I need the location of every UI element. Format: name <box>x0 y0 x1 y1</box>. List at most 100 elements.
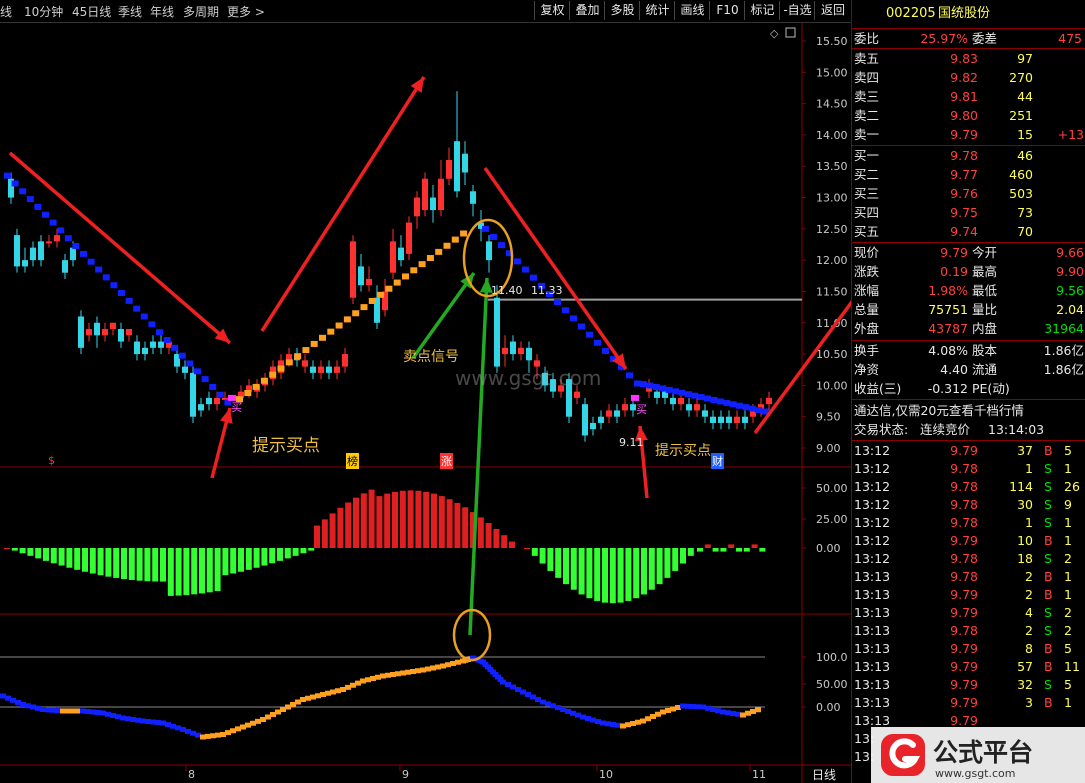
sell-link-arrow <box>468 277 489 636</box>
tick-row[interactable]: 13:12 9.78 1 S 1 <box>852 460 1085 478</box>
tick-price: 9.78 <box>950 569 978 584</box>
macd-bar <box>183 548 190 596</box>
quote-panel: 002205 国统股份 委比 25.97% 委差 475 卖五 9.83 97 卖四 9… <box>851 0 1085 783</box>
stat-row: 换手 4.08% 股本 1.86亿 <box>852 342 1085 360</box>
tick-row[interactable]: 13:13 9.78 2 B 1 <box>852 568 1085 586</box>
mark-button[interactable]: 标记 <box>744 1 780 20</box>
f10-button[interactable]: F10 <box>709 1 745 20</box>
overlay-button[interactable]: 叠加 <box>569 1 605 20</box>
notice-text[interactable]: 通达信,仅需20元查看千档行情 <box>854 402 1024 420</box>
period-tab[interactable]: 线 <box>0 3 12 20</box>
tick-time: 13:13 <box>854 695 891 710</box>
event-marker-bang[interactable]: 榜 <box>346 453 359 469</box>
event-marker-cai[interactable]: 财 <box>711 453 724 469</box>
stat-value: 9.79 <box>940 245 968 260</box>
stat-label: 内盘 <box>972 321 998 336</box>
level2-notice[interactable]: 通达信,仅需20元查看千档行情 <box>852 402 1085 420</box>
tick-row[interactable]: 13:12 9.79 37 B 5 <box>852 442 1085 460</box>
period-tab-year[interactable]: 年线 <box>150 3 174 20</box>
stat-label: 收益(三) <box>854 381 902 396</box>
restore-rights-button[interactable]: 复权 <box>534 1 570 20</box>
candle-body <box>22 260 28 267</box>
macd-bar <box>66 548 73 568</box>
bid-level-row[interactable]: 买五 9.74 70 <box>852 223 1085 241</box>
tick-row[interactable]: 13:12 9.78 18 S 2 <box>852 550 1085 568</box>
tick-row[interactable]: 13:13 9.79 4 S 2 <box>852 604 1085 622</box>
period-tab-10min[interactable]: 10分钟 <box>24 3 63 20</box>
ask-level-row[interactable]: 卖一 9.79 15 +13 <box>852 126 1085 144</box>
stat-label: 流通 <box>972 362 998 377</box>
tick-row[interactable]: 13:13 9.79 3 B 1 <box>852 694 1085 712</box>
bid-level-row[interactable]: 买一 9.78 46 <box>852 147 1085 165</box>
tick-row[interactable]: 13:12 9.78 114 S 26 <box>852 478 1085 496</box>
tick-count: 2 <box>1064 551 1072 566</box>
candle-body <box>606 410 612 417</box>
weibi-label: 委比 <box>854 31 880 46</box>
brand-watermark: 公式平台 www.gsgt.com <box>871 727 1085 783</box>
kline-chart[interactable]: 15.50 15.00 14.50 14.00 13.50 13.00 12.50 12.00… <box>0 23 851 783</box>
period-tab-multi[interactable]: 多周期 <box>183 3 219 20</box>
ask-level-row[interactable]: 卖二 9.80 251 <box>852 107 1085 125</box>
period-label[interactable]: 日线 <box>812 766 836 783</box>
period-tab-more[interactable]: 更多 > <box>227 3 265 20</box>
macd-bar <box>27 548 34 556</box>
ask-change: +13 <box>1057 127 1084 142</box>
ask-price: 9.79 <box>950 127 978 142</box>
event-marker-s[interactable]: $ <box>48 454 55 467</box>
tick-row[interactable]: 13:12 9.78 1 S 1 <box>852 514 1085 532</box>
candle-body <box>734 416 740 423</box>
price-axis-label: 12.00 <box>816 254 848 267</box>
brand-url: www.gsgt.com <box>935 767 1015 780</box>
period-tab-45day[interactable]: 45日线 <box>72 3 111 20</box>
tick-time: 13:12 <box>854 461 891 476</box>
tick-row[interactable]: 13:13 9.79 57 B 11 <box>852 658 1085 676</box>
stat-label: 最低 <box>972 283 998 298</box>
trend-down-block <box>140 313 148 320</box>
tick-row[interactable]: 13:13 9.78 2 S 2 <box>852 622 1085 640</box>
macd-bar <box>19 548 26 554</box>
date-axis-label: 9 <box>402 768 409 781</box>
macd-bar <box>160 548 166 582</box>
stat-value: 2.04 <box>1056 302 1084 317</box>
tick-volume: 18 <box>1017 551 1033 566</box>
macd-bar <box>253 548 260 568</box>
tick-row[interactable]: 13:12 9.79 10 B 1 <box>852 532 1085 550</box>
date-axis-label: 10 <box>599 768 613 781</box>
macd-bar <box>720 548 727 552</box>
self-select-button[interactable]: -自选 <box>779 1 815 20</box>
macd-bar <box>277 548 283 561</box>
tick-row[interactable]: 13:13 9.79 32 S 5 <box>852 676 1085 694</box>
ask-level-row[interactable]: 卖四 9.82 270 <box>852 69 1085 87</box>
stat-value: 9.56 <box>1056 283 1084 298</box>
tick-row[interactable]: 13:13 9.79 8 B 5 <box>852 640 1085 658</box>
bid-level-row[interactable]: 买四 9.75 73 <box>852 204 1085 222</box>
tick-price: 9.78 <box>950 497 978 512</box>
stat-row: 净资 4.40 流通 1.86亿 <box>852 361 1085 379</box>
trend-up-block <box>302 347 310 354</box>
multi-stock-button[interactable]: 多股 <box>604 1 640 20</box>
tick-row[interactable]: 13:13 9.79 2 B 1 <box>852 586 1085 604</box>
macd-bar <box>664 548 671 578</box>
maximize-icon <box>785 27 796 38</box>
bid-level-row[interactable]: 买三 9.76 503 <box>852 185 1085 203</box>
tick-count: 1 <box>1064 515 1072 530</box>
candle-body <box>582 404 588 436</box>
macd-bar <box>58 548 65 566</box>
bid-level-row[interactable]: 买二 9.77 460 <box>852 166 1085 184</box>
ask-level-row[interactable]: 卖五 9.83 97 <box>852 50 1085 68</box>
draw-line-button[interactable]: 画线 <box>674 1 710 20</box>
tick-direction: S <box>1044 677 1052 692</box>
buy-marker-1: 买 <box>231 401 242 414</box>
trend-down-block <box>684 391 692 398</box>
tick-row[interactable]: 13:12 9.78 30 S 9 <box>852 496 1085 514</box>
chart-area[interactable]: 15.50 15.00 14.50 14.00 13.50 13.00 12.50 12.00… <box>0 23 851 783</box>
event-marker-zhang[interactable]: 涨 <box>440 453 453 469</box>
statistics-button[interactable]: 统计 <box>639 1 675 20</box>
tick-direction: S <box>1044 515 1052 530</box>
trend-down-block <box>133 305 141 312</box>
ask-level-row[interactable]: 卖三 9.81 44 <box>852 88 1085 106</box>
period-tab-season[interactable]: 季线 <box>118 3 142 20</box>
macd-bar <box>656 548 663 585</box>
candle-body <box>110 322 116 330</box>
back-button[interactable]: 返回 <box>814 1 851 20</box>
